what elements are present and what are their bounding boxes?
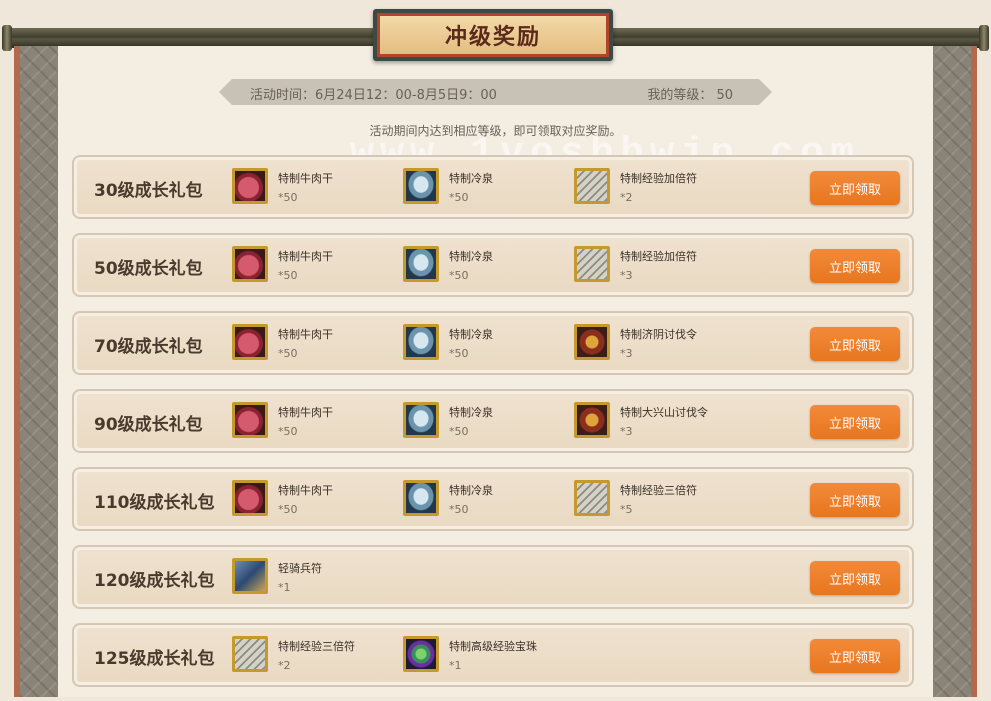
reward-quantity: *50 (449, 425, 469, 438)
war-order-icon (574, 402, 610, 438)
activity-time: 活动时间：6月24日12：00-8月5日9：00 (250, 88, 497, 103)
war-order-icon (574, 324, 610, 360)
beef-jerky-icon (232, 168, 268, 204)
left-border-pattern (14, 46, 64, 697)
claim-button[interactable]: 立即领取 (810, 249, 900, 283)
reward-row: 70级成长礼包 特制牛肉干 *50 特制冷泉 *50 特制济阴讨伐令 *3 立即… (72, 311, 914, 375)
beef-jerky-icon (232, 402, 268, 438)
claim-button[interactable]: 立即领取 (810, 171, 900, 205)
cold-spring-icon (403, 402, 439, 438)
reward-quantity: *50 (449, 191, 469, 204)
reward-quantity: *50 (449, 503, 469, 516)
my-level: 我的等级： 50 (647, 88, 733, 103)
beef-jerky-icon (232, 246, 268, 282)
reward-quantity: *1 (449, 659, 462, 672)
cold-spring-icon (403, 246, 439, 282)
title-plaque: 冲级奖励 (373, 9, 613, 61)
exp-charm-icon (574, 480, 610, 516)
reward-quantity: *50 (449, 347, 469, 360)
reward-name: 特制经验三倍符 (278, 640, 355, 653)
reward-quantity: *3 (620, 269, 633, 282)
exp-charm-icon (574, 168, 610, 204)
reward-name: 特制大兴山讨伐令 (620, 406, 708, 419)
reward-name: 轻骑兵符 (278, 562, 322, 575)
reward-quantity: *50 (278, 503, 298, 516)
cold-spring-icon (403, 324, 439, 360)
reward-name: 特制冷泉 (449, 250, 493, 263)
reward-name: 特制冷泉 (449, 172, 493, 185)
package-title: 30级成长礼包 (94, 181, 203, 201)
reward-quantity: *50 (449, 269, 469, 282)
activity-info-bar: 活动时间：6月24日12：00-8月5日9：00 我的等级： 50 (219, 79, 772, 105)
cold-spring-icon (403, 168, 439, 204)
reward-name: 特制高级经验宝珠 (449, 640, 537, 653)
exp-charm-icon (232, 636, 268, 672)
claim-button[interactable]: 立即领取 (810, 483, 900, 517)
reward-quantity: *2 (278, 659, 291, 672)
reward-row: 50级成长礼包 特制牛肉干 *50 特制冷泉 *50 特制经验加倍符 *3 立即… (72, 233, 914, 297)
reward-quantity: *50 (278, 347, 298, 360)
reward-quantity: *3 (620, 425, 633, 438)
reward-name: 特制牛肉干 (278, 172, 333, 185)
reward-quantity: *2 (620, 191, 633, 204)
reward-name: 特制济阴讨伐令 (620, 328, 697, 341)
reward-name: 特制经验加倍符 (620, 172, 697, 185)
reward-row: 110级成长礼包 特制牛肉干 *50 特制冷泉 *50 特制经验三倍符 *5 立… (72, 467, 914, 531)
cold-spring-icon (403, 480, 439, 516)
package-title: 70级成长礼包 (94, 337, 203, 357)
reward-name: 特制牛肉干 (278, 250, 333, 263)
right-border-pattern (927, 46, 977, 697)
reward-quantity: *3 (620, 347, 633, 360)
reward-quantity: *5 (620, 503, 633, 516)
reward-name: 特制经验加倍符 (620, 250, 697, 263)
package-title: 90级成长礼包 (94, 415, 203, 435)
reward-name: 特制冷泉 (449, 484, 493, 497)
reward-name: 特制经验三倍符 (620, 484, 697, 497)
reward-quantity: *50 (278, 425, 298, 438)
reward-name: 特制冷泉 (449, 328, 493, 341)
package-title: 125级成长礼包 (94, 649, 215, 669)
package-title: 50级成长礼包 (94, 259, 203, 279)
exp-charm-icon (574, 246, 610, 282)
reward-name: 特制牛肉干 (278, 328, 333, 341)
claim-button[interactable]: 立即领取 (810, 327, 900, 361)
claim-button[interactable]: 立即领取 (810, 405, 900, 439)
reward-quantity: *1 (278, 581, 291, 594)
reward-name: 特制冷泉 (449, 406, 493, 419)
reward-row: 120级成长礼包 轻骑兵符 *1 立即领取 (72, 545, 914, 609)
beef-jerky-icon (232, 480, 268, 516)
reward-quantity: *50 (278, 191, 298, 204)
reward-name: 特制牛肉干 (278, 406, 333, 419)
reward-row: 125级成长礼包 特制经验三倍符 *2 特制高级经验宝珠 *1 立即领取 (72, 623, 914, 687)
claim-button[interactable]: 立即领取 (810, 561, 900, 595)
reward-name: 特制牛肉干 (278, 484, 333, 497)
page-title: 冲级奖励 (444, 25, 541, 50)
reward-row: 30级成长礼包 特制牛肉干 *50 特制冷泉 *50 特制经验加倍符 *2 立即… (72, 155, 914, 219)
reward-list: 30级成长礼包 特制牛肉干 *50 特制冷泉 *50 特制经验加倍符 *2 立即… (72, 155, 914, 701)
reward-quantity: *50 (278, 269, 298, 282)
exp-pearl-icon (403, 636, 439, 672)
package-title: 110级成长礼包 (94, 493, 215, 513)
cavalry-token-icon (232, 558, 268, 594)
package-title: 120级成长礼包 (94, 571, 215, 591)
beef-jerky-icon (232, 324, 268, 360)
reward-row: 90级成长礼包 特制牛肉干 *50 特制冷泉 *50 特制大兴山讨伐令 *3 立… (72, 389, 914, 453)
claim-button[interactable]: 立即领取 (810, 639, 900, 673)
